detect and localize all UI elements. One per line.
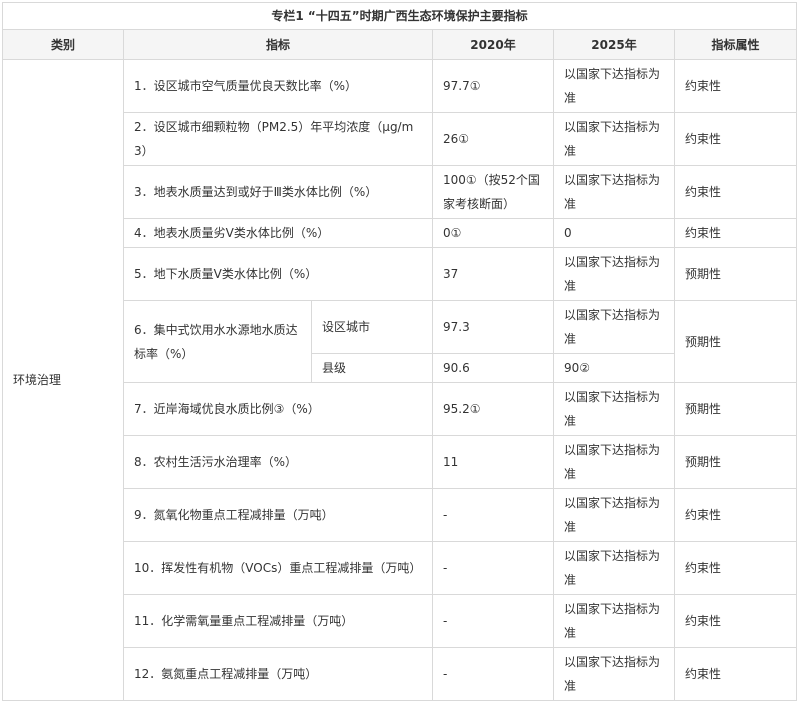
indicator-cell: 3．地表水质量达到或好于Ⅲ类水体比例（%） <box>123 165 433 219</box>
value-2020-cell: 0① <box>432 218 554 248</box>
table-title: 专栏1 “十四五”时期广西生态环境保护主要指标 <box>1 2 798 30</box>
indicator-cell: 7．近岸海域优良水质比例③（%） <box>123 382 433 436</box>
value-2025-cell: 以国家下达指标为准 <box>553 435 675 489</box>
value-2025-cell: 0 <box>553 218 675 248</box>
indicator-cell: 12．氨氮重点工程减排量（万吨） <box>123 647 433 701</box>
indicator-table: 专栏1 “十四五”时期广西生态环境保护主要指标 类别 指标 2020年 2025… <box>1 2 798 701</box>
table-title-row: 专栏1 “十四五”时期广西生态环境保护主要指标 <box>1 2 798 30</box>
value-2025-cell: 90② <box>553 353 675 383</box>
header-category: 类别 <box>2 29 124 60</box>
value-2020-cell: 95.2① <box>432 382 554 436</box>
value-2025-cell: 以国家下达指标为准 <box>553 247 675 301</box>
header-row: 类别 指标 2020年 2025年 指标属性 <box>2 29 798 60</box>
attribute-cell: 约束性 <box>673 647 798 701</box>
attribute-cell: 约束性 <box>673 594 798 648</box>
value-2020-cell: 100①（按52个国家考核断面） <box>432 165 554 219</box>
attribute-cell: 预期性 <box>673 382 798 436</box>
value-2020-cell: 26① <box>432 112 554 166</box>
indicator-cell: 8．农村生活污水治理率（%） <box>123 435 433 489</box>
table-row: 环境治理 1．设区城市空气质量优良天数比率（%） 97.7① 以国家下达指标为准… <box>2 59 798 701</box>
attribute-cell: 约束性 <box>673 488 798 542</box>
indicator-cell: 1．设区城市空气质量优良天数比率（%） <box>123 59 433 113</box>
value-2020-cell: 97.3 <box>432 300 554 354</box>
value-2025-cell: 以国家下达指标为准 <box>553 300 675 354</box>
indicator-cell: 10．挥发性有机物（VOCs）重点工程减排量（万吨） <box>123 541 433 595</box>
attribute-cell: 约束性 <box>673 165 798 219</box>
value-2020-cell: 90.6 <box>432 353 554 383</box>
header-indicator: 指标 <box>123 29 433 60</box>
value-2025-cell: 以国家下达指标为准 <box>553 59 675 113</box>
value-2020-cell: 11 <box>432 435 554 489</box>
value-2020-cell: 37 <box>432 247 554 301</box>
header-2025: 2025年 <box>553 29 675 60</box>
value-2020-cell: - <box>432 488 554 542</box>
attribute-cell: 约束性 <box>673 218 798 248</box>
value-2020-cell: - <box>432 647 554 701</box>
value-2025-cell: 以国家下达指标为准 <box>553 647 675 701</box>
indicator-cell: 6．集中式饮用水水源地水质达标率（%） <box>123 300 312 383</box>
attribute-cell: 约束性 <box>673 112 798 166</box>
indicator-cell: 11．化学需氧量重点工程减排量（万吨） <box>123 594 433 648</box>
value-2020-cell: - <box>432 594 554 648</box>
indicator-cell: 4．地表水质量劣Ⅴ类水体比例（%） <box>123 218 433 248</box>
header-attribute: 指标属性 <box>673 29 798 60</box>
value-2025-cell: 以国家下达指标为准 <box>553 488 675 542</box>
attribute-cell: 约束性 <box>673 541 798 595</box>
value-2025-cell: 以国家下达指标为准 <box>553 594 675 648</box>
indicator-cell: 9．氮氧化物重点工程减排量（万吨） <box>123 488 433 542</box>
header-2020: 2020年 <box>432 29 554 60</box>
value-2025-cell: 以国家下达指标为准 <box>553 165 675 219</box>
attribute-cell: 约束性 <box>673 59 798 113</box>
value-2020-cell: - <box>432 541 554 595</box>
sub-label-cell: 设区城市 <box>311 300 433 354</box>
value-2025-cell: 以国家下达指标为准 <box>553 382 675 436</box>
category-cell: 环境治理 <box>2 59 124 701</box>
indicator-cell: 5．地下水质量Ⅴ类水体比例（%） <box>123 247 433 301</box>
value-2025-cell: 以国家下达指标为准 <box>553 112 675 166</box>
value-2020-cell: 97.7① <box>432 59 554 113</box>
attribute-cell: 预期性 <box>673 247 798 301</box>
indicator-cell: 2．设区城市细颗粒物（PM2.5）年平均浓度（μg/m3） <box>123 112 433 166</box>
value-2025-cell: 以国家下达指标为准 <box>553 541 675 595</box>
sub-label-cell: 县级 <box>311 353 433 383</box>
attribute-cell: 预期性 <box>673 300 798 383</box>
attribute-cell: 预期性 <box>673 435 798 489</box>
